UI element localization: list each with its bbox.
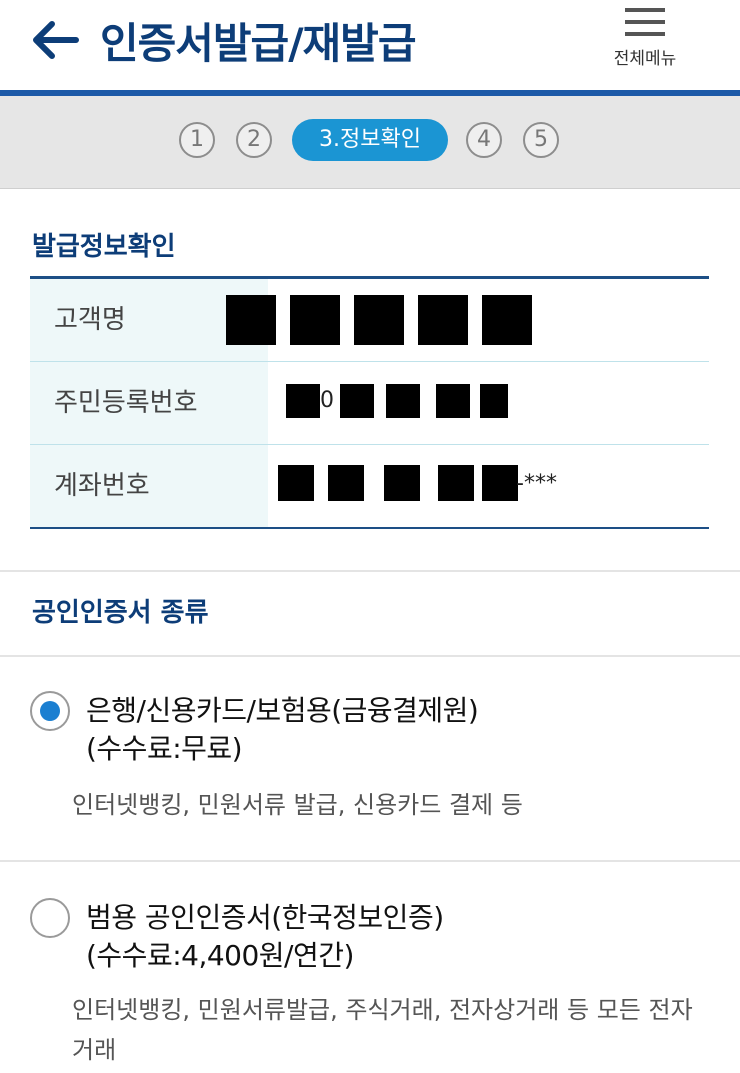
customer-name-value: 수: [226, 279, 709, 361]
radio-general-unselected[interactable]: [30, 898, 70, 938]
redaction-block: [278, 465, 314, 501]
step-1: 1: [179, 122, 215, 158]
cert-option-general[interactable]: 범용 공인인증서(한국정보인증) (수수료:4,400원/연간) 인터넷뱅킹, …: [30, 892, 720, 1072]
back-button[interactable]: [28, 18, 80, 62]
redaction-block: [226, 295, 276, 345]
redaction-block: [436, 384, 470, 418]
option-description: 인터넷뱅킹, 민원서류 발급, 신용카드 결제 등: [72, 791, 523, 819]
resident-number-value: 0: [268, 362, 709, 444]
hamburger-icon: [625, 8, 665, 36]
info-label: 주민등록번호: [30, 362, 268, 444]
menu-label: 전체메뉴: [613, 49, 677, 69]
section-divider: [0, 655, 740, 657]
option-fee: (수수료:4,400원/연간): [86, 939, 354, 972]
page-title: 인증서발급/재발급: [100, 19, 416, 68]
redaction-block: [286, 384, 320, 418]
redaction-block: [438, 465, 474, 501]
section-divider: [0, 570, 740, 572]
option-fee: (수수료:무료): [86, 732, 243, 765]
info-row-account-number: 계좌번호 -***: [30, 445, 709, 527]
redaction-block: [482, 465, 518, 501]
account-number-value: -***: [268, 445, 709, 527]
option-title: 범용 공인인증서(한국정보인증): [86, 901, 444, 934]
app-header: 인증서발급/재발급 전체메뉴: [0, 0, 740, 92]
masked-fragment: -***: [516, 471, 557, 496]
issue-info-table: 고객명 수 주민등록번호 0 계좌번호 -***: [30, 276, 709, 529]
step-4: 4: [466, 122, 502, 158]
info-row-customer-name: 고객명 수: [30, 279, 709, 362]
redaction-block: [354, 295, 404, 345]
redaction-block: [480, 384, 508, 418]
step-indicator: 1 2 3.정보확인 4 5: [0, 96, 740, 189]
option-description: 인터넷뱅킹, 민원서류발급, 주식거래, 전자상거래 등 모든 전자거래: [72, 996, 693, 1064]
cert-type-title: 공인인증서 종류: [32, 598, 209, 628]
redaction-block: [386, 384, 420, 418]
step-5: 5: [523, 122, 559, 158]
redaction-block: [328, 465, 364, 501]
redaction-block: [340, 384, 374, 418]
section-divider: [0, 860, 740, 862]
arrow-left-icon: [33, 21, 79, 59]
cert-option-financial[interactable]: 은행/신용카드/보험용(금융결제원) (수수료:무료) 인터넷뱅킹, 민원서류 …: [30, 685, 720, 835]
redaction-block: [482, 295, 532, 345]
full-menu-button[interactable]: 전체메뉴: [600, 6, 690, 78]
radio-financial-selected[interactable]: [30, 691, 70, 731]
redaction-block: [418, 295, 468, 345]
step-3-current: 3.정보확인: [292, 119, 448, 161]
redaction-block: [290, 295, 340, 345]
info-label: 계좌번호: [30, 445, 268, 527]
issue-info-title: 발급정보확인: [32, 232, 176, 262]
step-2: 2: [236, 122, 272, 158]
redaction-block: [384, 465, 420, 501]
option-title: 은행/신용카드/보험용(금융결제원): [86, 694, 479, 727]
masked-fragment: 0: [320, 388, 334, 413]
info-row-resident-number: 주민등록번호 0: [30, 362, 709, 445]
